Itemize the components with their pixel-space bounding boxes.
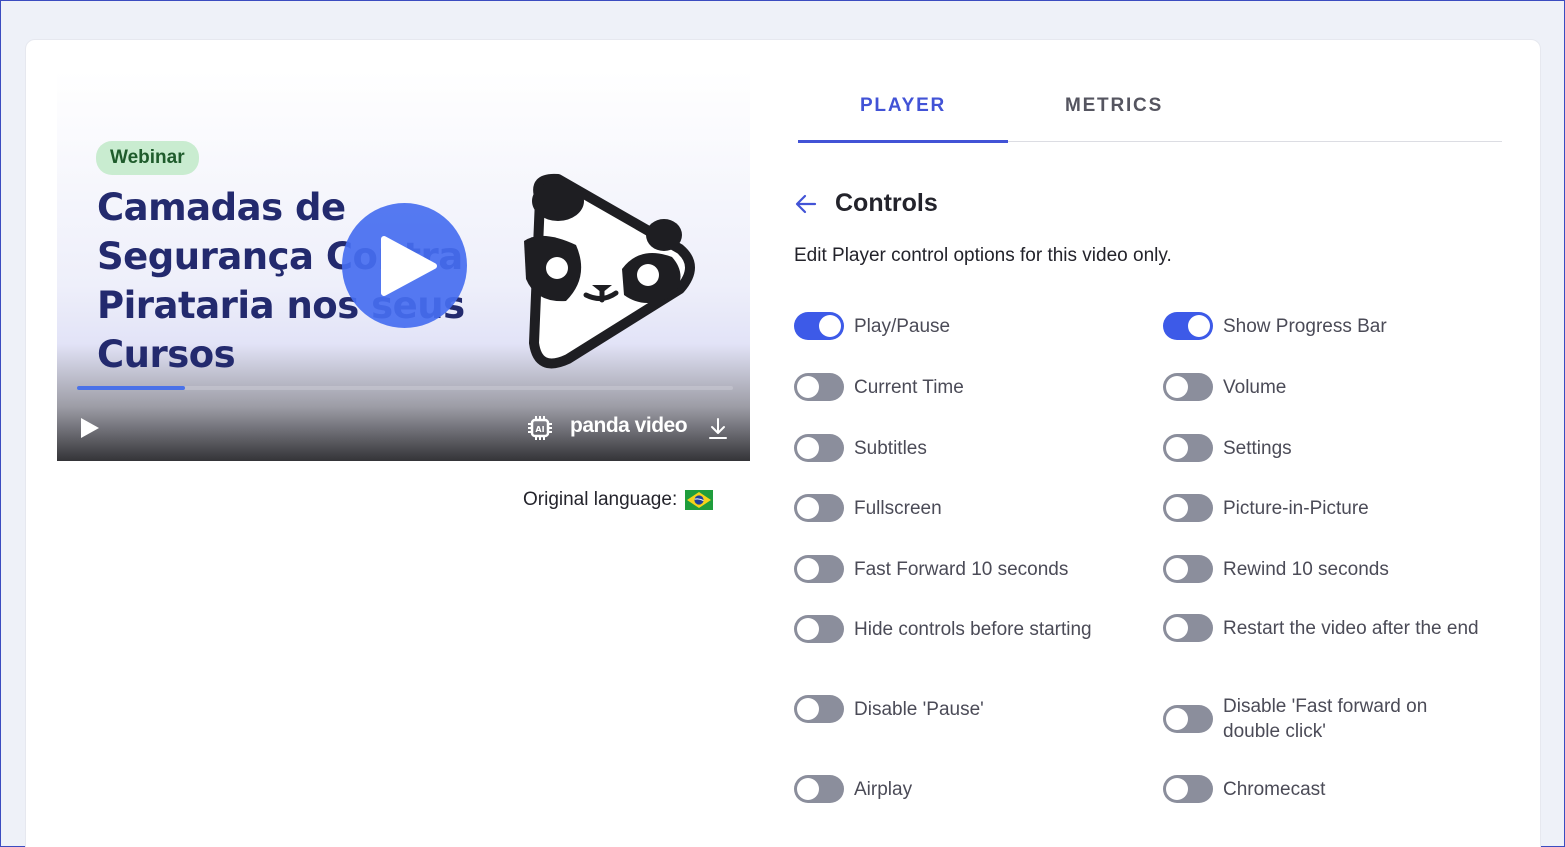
svg-text:AI: AI — [535, 425, 544, 434]
video-progress-fill — [77, 386, 186, 390]
option-label: Chromecast — [1223, 778, 1326, 800]
video-player[interactable]: Webinar Camadas de Segurança Contra Pira… — [57, 71, 750, 461]
section-description: Edit Player control options for this vid… — [794, 245, 1172, 266]
tab-metrics[interactable]: METRICS — [1009, 78, 1219, 142]
option-fullscreen: Fullscreen — [794, 494, 942, 522]
chromecast-toggle[interactable] — [1163, 775, 1213, 803]
option-show-progress-bar: Show Progress Bar — [1163, 312, 1387, 340]
ai-chip-icon[interactable]: AI — [527, 415, 553, 441]
option-label: Current Time — [854, 376, 964, 398]
settings-toggle[interactable] — [1163, 434, 1213, 462]
volume-toggle[interactable] — [1163, 373, 1213, 401]
option-label: Rewind 10 seconds — [1223, 558, 1389, 580]
big-play-button[interactable] — [342, 203, 467, 328]
section-title: Controls — [835, 189, 938, 217]
option-disable-double-click-ff: Disable 'Fast forward on double click' — [1163, 694, 1483, 744]
option-rewind: Rewind 10 seconds — [1163, 555, 1389, 583]
option-volume: Volume — [1163, 373, 1286, 401]
option-airplay: Airplay — [794, 775, 912, 803]
tab-bar: PLAYER METRICS — [798, 78, 1502, 143]
show-progress-bar-toggle[interactable] — [1163, 312, 1213, 340]
option-disable-pause: Disable 'Pause' — [794, 695, 984, 723]
play-pause-toggle[interactable] — [794, 312, 844, 340]
option-label: Hide controls before starting — [854, 618, 1092, 640]
download-icon[interactable] — [708, 417, 728, 441]
option-play-pause: Play/Pause — [794, 312, 950, 340]
subtitles-toggle[interactable] — [794, 434, 844, 462]
option-label: Play/Pause — [854, 315, 951, 337]
panda-video-brand: panda video — [570, 414, 688, 437]
original-language: Original language: — [523, 489, 714, 511]
option-label: Fullscreen — [854, 497, 942, 519]
option-current-time: Current Time — [794, 373, 964, 401]
video-progress-bar[interactable] — [77, 386, 733, 390]
option-label: Restart the video after the end — [1223, 617, 1479, 639]
option-label: Picture-in-Picture — [1223, 497, 1369, 519]
webinar-badge: Webinar — [96, 141, 199, 175]
option-label: Volume — [1223, 376, 1287, 398]
option-label: Airplay — [854, 778, 913, 800]
hide-controls-toggle[interactable] — [794, 615, 844, 643]
back-arrow-icon[interactable] — [794, 192, 818, 216]
tab-player[interactable]: PLAYER — [798, 78, 1008, 143]
fullscreen-toggle[interactable] — [794, 494, 844, 522]
original-language-label: Original language: — [523, 489, 678, 510]
option-subtitles: Subtitles — [794, 434, 927, 462]
fast-forward-toggle[interactable] — [794, 555, 844, 583]
option-settings: Settings — [1163, 434, 1292, 462]
option-label: Disable 'Pause' — [854, 698, 984, 720]
play-control-icon[interactable] — [79, 416, 101, 440]
option-picture-in-picture: Picture-in-Picture — [1163, 494, 1369, 522]
option-label: Show Progress Bar — [1223, 315, 1387, 337]
option-hide-controls: Hide controls before starting — [794, 615, 1092, 643]
play-icon — [381, 236, 437, 296]
rewind-toggle[interactable] — [1163, 555, 1213, 583]
option-fast-forward: Fast Forward 10 seconds — [794, 555, 1068, 583]
panda-logo-icon — [524, 173, 695, 369]
main-card: Webinar Camadas de Segurança Contra Pira… — [25, 39, 1541, 847]
option-chromecast: Chromecast — [1163, 775, 1325, 803]
option-label: Subtitles — [854, 437, 927, 459]
option-label: Fast Forward 10 seconds — [854, 558, 1069, 580]
option-restart-after-end: Restart the video after the end — [1163, 614, 1483, 642]
picture-in-picture-toggle[interactable] — [1163, 494, 1213, 522]
disable-pause-toggle[interactable] — [794, 695, 844, 723]
current-time-toggle[interactable] — [794, 373, 844, 401]
brazil-flag-icon — [685, 490, 714, 510]
option-label: Settings — [1223, 437, 1292, 459]
option-label: Disable 'Fast forward on double click' — [1223, 696, 1428, 742]
airplay-toggle[interactable] — [794, 775, 844, 803]
restart-after-end-toggle[interactable] — [1163, 614, 1213, 642]
disable-double-click-ff-toggle[interactable] — [1163, 705, 1213, 733]
